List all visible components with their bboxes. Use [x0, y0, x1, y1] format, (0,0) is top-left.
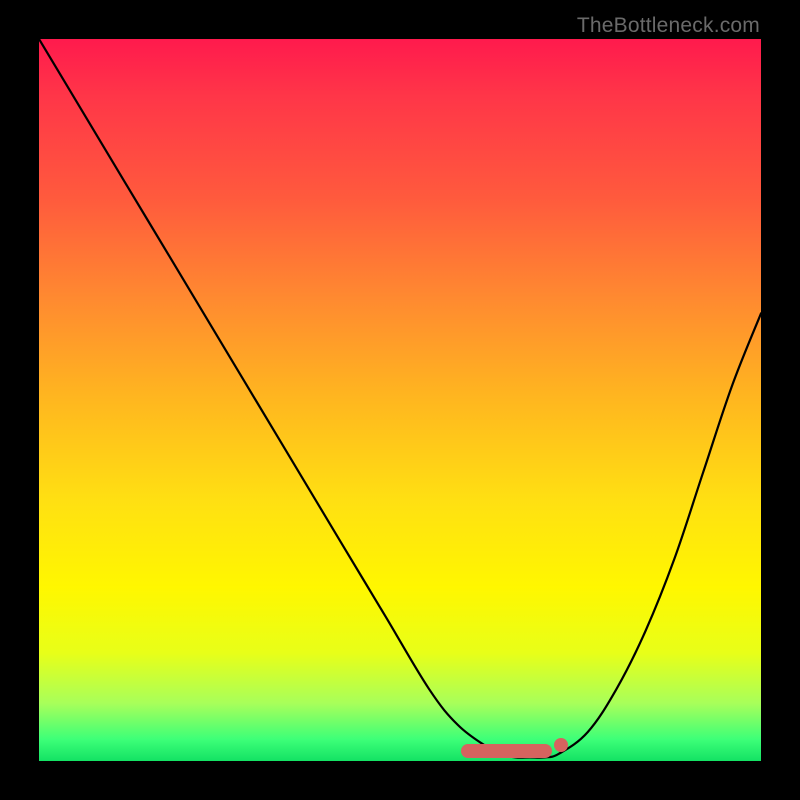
bottleneck-curve — [39, 39, 761, 761]
optimal-range-bar — [461, 744, 551, 758]
watermark-text: TheBottleneck.com — [577, 14, 760, 38]
curve-path — [39, 39, 761, 758]
plot-area — [39, 39, 761, 761]
optimal-point-dot — [554, 738, 568, 752]
chart-frame: TheBottleneck.com — [0, 0, 800, 800]
